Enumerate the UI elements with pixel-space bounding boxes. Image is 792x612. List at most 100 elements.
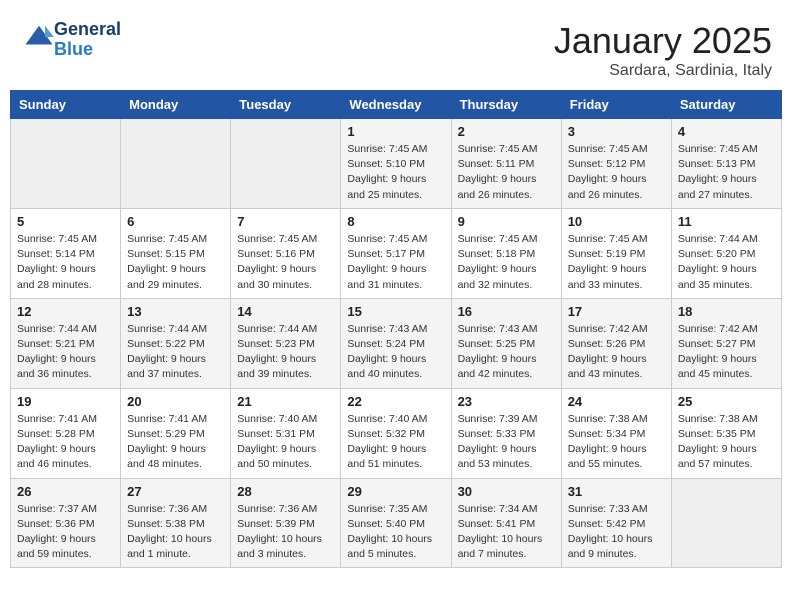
- calendar-day-cell: 22 Sunrise: 7:40 AMSunset: 5:32 PMDayligh…: [341, 388, 451, 478]
- weekday-header-thursday: Thursday: [451, 91, 561, 119]
- day-number: 3: [568, 124, 665, 139]
- day-info: Sunrise: 7:38 AMSunset: 5:35 PMDaylight:…: [678, 412, 775, 473]
- calendar-day-cell: 11 Sunrise: 7:44 AMSunset: 5:20 PMDayligh…: [671, 208, 781, 298]
- day-number: 1: [347, 124, 444, 139]
- day-info: Sunrise: 7:36 AMSunset: 5:38 PMDaylight:…: [127, 502, 224, 563]
- day-number: 7: [237, 214, 334, 229]
- day-info: Sunrise: 7:39 AMSunset: 5:33 PMDaylight:…: [458, 412, 555, 473]
- calendar-day-cell: 16 Sunrise: 7:43 AMSunset: 5:25 PMDayligh…: [451, 298, 561, 388]
- day-info: Sunrise: 7:40 AMSunset: 5:32 PMDaylight:…: [347, 412, 444, 473]
- day-info: Sunrise: 7:33 AMSunset: 5:42 PMDaylight:…: [568, 502, 665, 563]
- day-number: 17: [568, 304, 665, 319]
- title-block: January 2025 Sardara, Sardinia, Italy: [554, 20, 772, 80]
- day-info: Sunrise: 7:44 AMSunset: 5:21 PMDaylight:…: [17, 322, 114, 383]
- day-number: 29: [347, 484, 444, 499]
- weekday-header-row: SundayMondayTuesdayWednesdayThursdayFrid…: [11, 91, 782, 119]
- day-number: 25: [678, 394, 775, 409]
- page-header: General Blue January 2025 Sardara, Sardi…: [10, 10, 782, 85]
- day-info: Sunrise: 7:44 AMSunset: 5:20 PMDaylight:…: [678, 232, 775, 293]
- day-info: Sunrise: 7:34 AMSunset: 5:41 PMDaylight:…: [458, 502, 555, 563]
- weekday-header-friday: Friday: [561, 91, 671, 119]
- day-info: Sunrise: 7:38 AMSunset: 5:34 PMDaylight:…: [568, 412, 665, 473]
- day-info: Sunrise: 7:37 AMSunset: 5:36 PMDaylight:…: [17, 502, 114, 563]
- day-number: 14: [237, 304, 334, 319]
- calendar-day-cell: 18 Sunrise: 7:42 AMSunset: 5:27 PMDayligh…: [671, 298, 781, 388]
- calendar-day-cell: 6 Sunrise: 7:45 AMSunset: 5:15 PMDaylight…: [121, 208, 231, 298]
- calendar-day-cell: 31Sunrise: 7:33 AMSunset: 5:42 PMDayligh…: [561, 478, 671, 568]
- day-info: Sunrise: 7:42 AMSunset: 5:27 PMDaylight:…: [678, 322, 775, 383]
- day-info: Sunrise: 7:41 AMSunset: 5:28 PMDaylight:…: [17, 412, 114, 473]
- calendar-day-cell: 25 Sunrise: 7:38 AMSunset: 5:35 PMDayligh…: [671, 388, 781, 478]
- day-info: Sunrise: 7:41 AMSunset: 5:29 PMDaylight:…: [127, 412, 224, 473]
- calendar-day-cell: 9Sunrise: 7:45 AMSunset: 5:18 PMDaylight…: [451, 208, 561, 298]
- calendar-day-cell: 5 Sunrise: 7:45 AMSunset: 5:14 PMDaylight…: [11, 208, 121, 298]
- day-number: 27: [127, 484, 224, 499]
- calendar-week-row: 5 Sunrise: 7:45 AMSunset: 5:14 PMDaylight…: [11, 208, 782, 298]
- weekday-header-sunday: Sunday: [11, 91, 121, 119]
- day-info: Sunrise: 7:45 AMSunset: 5:13 PMDaylight:…: [678, 142, 775, 203]
- day-number: 8: [347, 214, 444, 229]
- logo-line1: General: [54, 20, 121, 40]
- calendar-day-cell: 29Sunrise: 7:35 AMSunset: 5:40 PMDayligh…: [341, 478, 451, 568]
- calendar-day-cell: 1Sunrise: 7:45 AMSunset: 5:10 PMDaylight…: [341, 119, 451, 209]
- calendar-day-cell: 10Sunrise: 7:45 AMSunset: 5:19 PMDayligh…: [561, 208, 671, 298]
- day-info: Sunrise: 7:45 AMSunset: 5:15 PMDaylight:…: [127, 232, 224, 293]
- day-info: Sunrise: 7:45 AMSunset: 5:18 PMDaylight:…: [458, 232, 555, 293]
- calendar-day-cell: [11, 119, 121, 209]
- weekday-header-saturday: Saturday: [671, 91, 781, 119]
- calendar-day-cell: 13 Sunrise: 7:44 AMSunset: 5:22 PMDayligh…: [121, 298, 231, 388]
- logo-icon: [24, 22, 54, 52]
- calendar-week-row: 12Sunrise: 7:44 AMSunset: 5:21 PMDayligh…: [11, 298, 782, 388]
- calendar-day-cell: 21 Sunrise: 7:40 AMSunset: 5:31 PMDayligh…: [231, 388, 341, 478]
- calendar-day-cell: [231, 119, 341, 209]
- day-number: 22: [347, 394, 444, 409]
- day-info: Sunrise: 7:44 AMSunset: 5:23 PMDaylight:…: [237, 322, 334, 383]
- calendar-week-row: 26 Sunrise: 7:37 AMSunset: 5:36 PMDayligh…: [11, 478, 782, 568]
- calendar-day-cell: 27 Sunrise: 7:36 AMSunset: 5:38 PMDayligh…: [121, 478, 231, 568]
- calendar-week-row: 1Sunrise: 7:45 AMSunset: 5:10 PMDaylight…: [11, 119, 782, 209]
- day-number: 11: [678, 214, 775, 229]
- day-info: Sunrise: 7:36 AMSunset: 5:39 PMDaylight:…: [237, 502, 334, 563]
- day-number: 6: [127, 214, 224, 229]
- weekday-header-tuesday: Tuesday: [231, 91, 341, 119]
- day-info: Sunrise: 7:42 AMSunset: 5:26 PMDaylight:…: [568, 322, 665, 383]
- calendar-day-cell: [121, 119, 231, 209]
- day-number: 4: [678, 124, 775, 139]
- day-info: Sunrise: 7:45 AMSunset: 5:12 PMDaylight:…: [568, 142, 665, 203]
- day-info: Sunrise: 7:45 AMSunset: 5:11 PMDaylight:…: [458, 142, 555, 203]
- month-title: January 2025: [554, 20, 772, 62]
- calendar-day-cell: 17 Sunrise: 7:42 AMSunset: 5:26 PMDayligh…: [561, 298, 671, 388]
- day-number: 19: [17, 394, 114, 409]
- calendar-day-cell: 15Sunrise: 7:43 AMSunset: 5:24 PMDayligh…: [341, 298, 451, 388]
- calendar-day-cell: 8 Sunrise: 7:45 AMSunset: 5:17 PMDaylight…: [341, 208, 451, 298]
- day-number: 13: [127, 304, 224, 319]
- day-info: Sunrise: 7:44 AMSunset: 5:22 PMDaylight:…: [127, 322, 224, 383]
- calendar-day-cell: 4 Sunrise: 7:45 AMSunset: 5:13 PMDaylight…: [671, 119, 781, 209]
- calendar-day-cell: 30Sunrise: 7:34 AMSunset: 5:41 PMDayligh…: [451, 478, 561, 568]
- calendar-day-cell: 12Sunrise: 7:44 AMSunset: 5:21 PMDayligh…: [11, 298, 121, 388]
- day-info: Sunrise: 7:40 AMSunset: 5:31 PMDaylight:…: [237, 412, 334, 473]
- calendar-day-cell: 3 Sunrise: 7:45 AMSunset: 5:12 PMDaylight…: [561, 119, 671, 209]
- day-number: 24: [568, 394, 665, 409]
- day-info: Sunrise: 7:43 AMSunset: 5:24 PMDaylight:…: [347, 322, 444, 383]
- day-number: 5: [17, 214, 114, 229]
- calendar-day-cell: 23Sunrise: 7:39 AMSunset: 5:33 PMDayligh…: [451, 388, 561, 478]
- day-number: 18: [678, 304, 775, 319]
- calendar-day-cell: 14 Sunrise: 7:44 AMSunset: 5:23 PMDayligh…: [231, 298, 341, 388]
- weekday-header-monday: Monday: [121, 91, 231, 119]
- day-number: 16: [458, 304, 555, 319]
- day-number: 20: [127, 394, 224, 409]
- day-number: 28: [237, 484, 334, 499]
- calendar-week-row: 19 Sunrise: 7:41 AMSunset: 5:28 PMDayligh…: [11, 388, 782, 478]
- weekday-header-wednesday: Wednesday: [341, 91, 451, 119]
- day-info: Sunrise: 7:45 AMSunset: 5:17 PMDaylight:…: [347, 232, 444, 293]
- day-info: Sunrise: 7:45 AMSunset: 5:14 PMDaylight:…: [17, 232, 114, 293]
- logo-line2: Blue: [54, 40, 121, 60]
- calendar-day-cell: 24 Sunrise: 7:38 AMSunset: 5:34 PMDayligh…: [561, 388, 671, 478]
- calendar-day-cell: 26 Sunrise: 7:37 AMSunset: 5:36 PMDayligh…: [11, 478, 121, 568]
- day-info: Sunrise: 7:43 AMSunset: 5:25 PMDaylight:…: [458, 322, 555, 383]
- day-info: Sunrise: 7:45 AMSunset: 5:19 PMDaylight:…: [568, 232, 665, 293]
- day-number: 26: [17, 484, 114, 499]
- logo: General Blue: [20, 20, 121, 60]
- day-number: 21: [237, 394, 334, 409]
